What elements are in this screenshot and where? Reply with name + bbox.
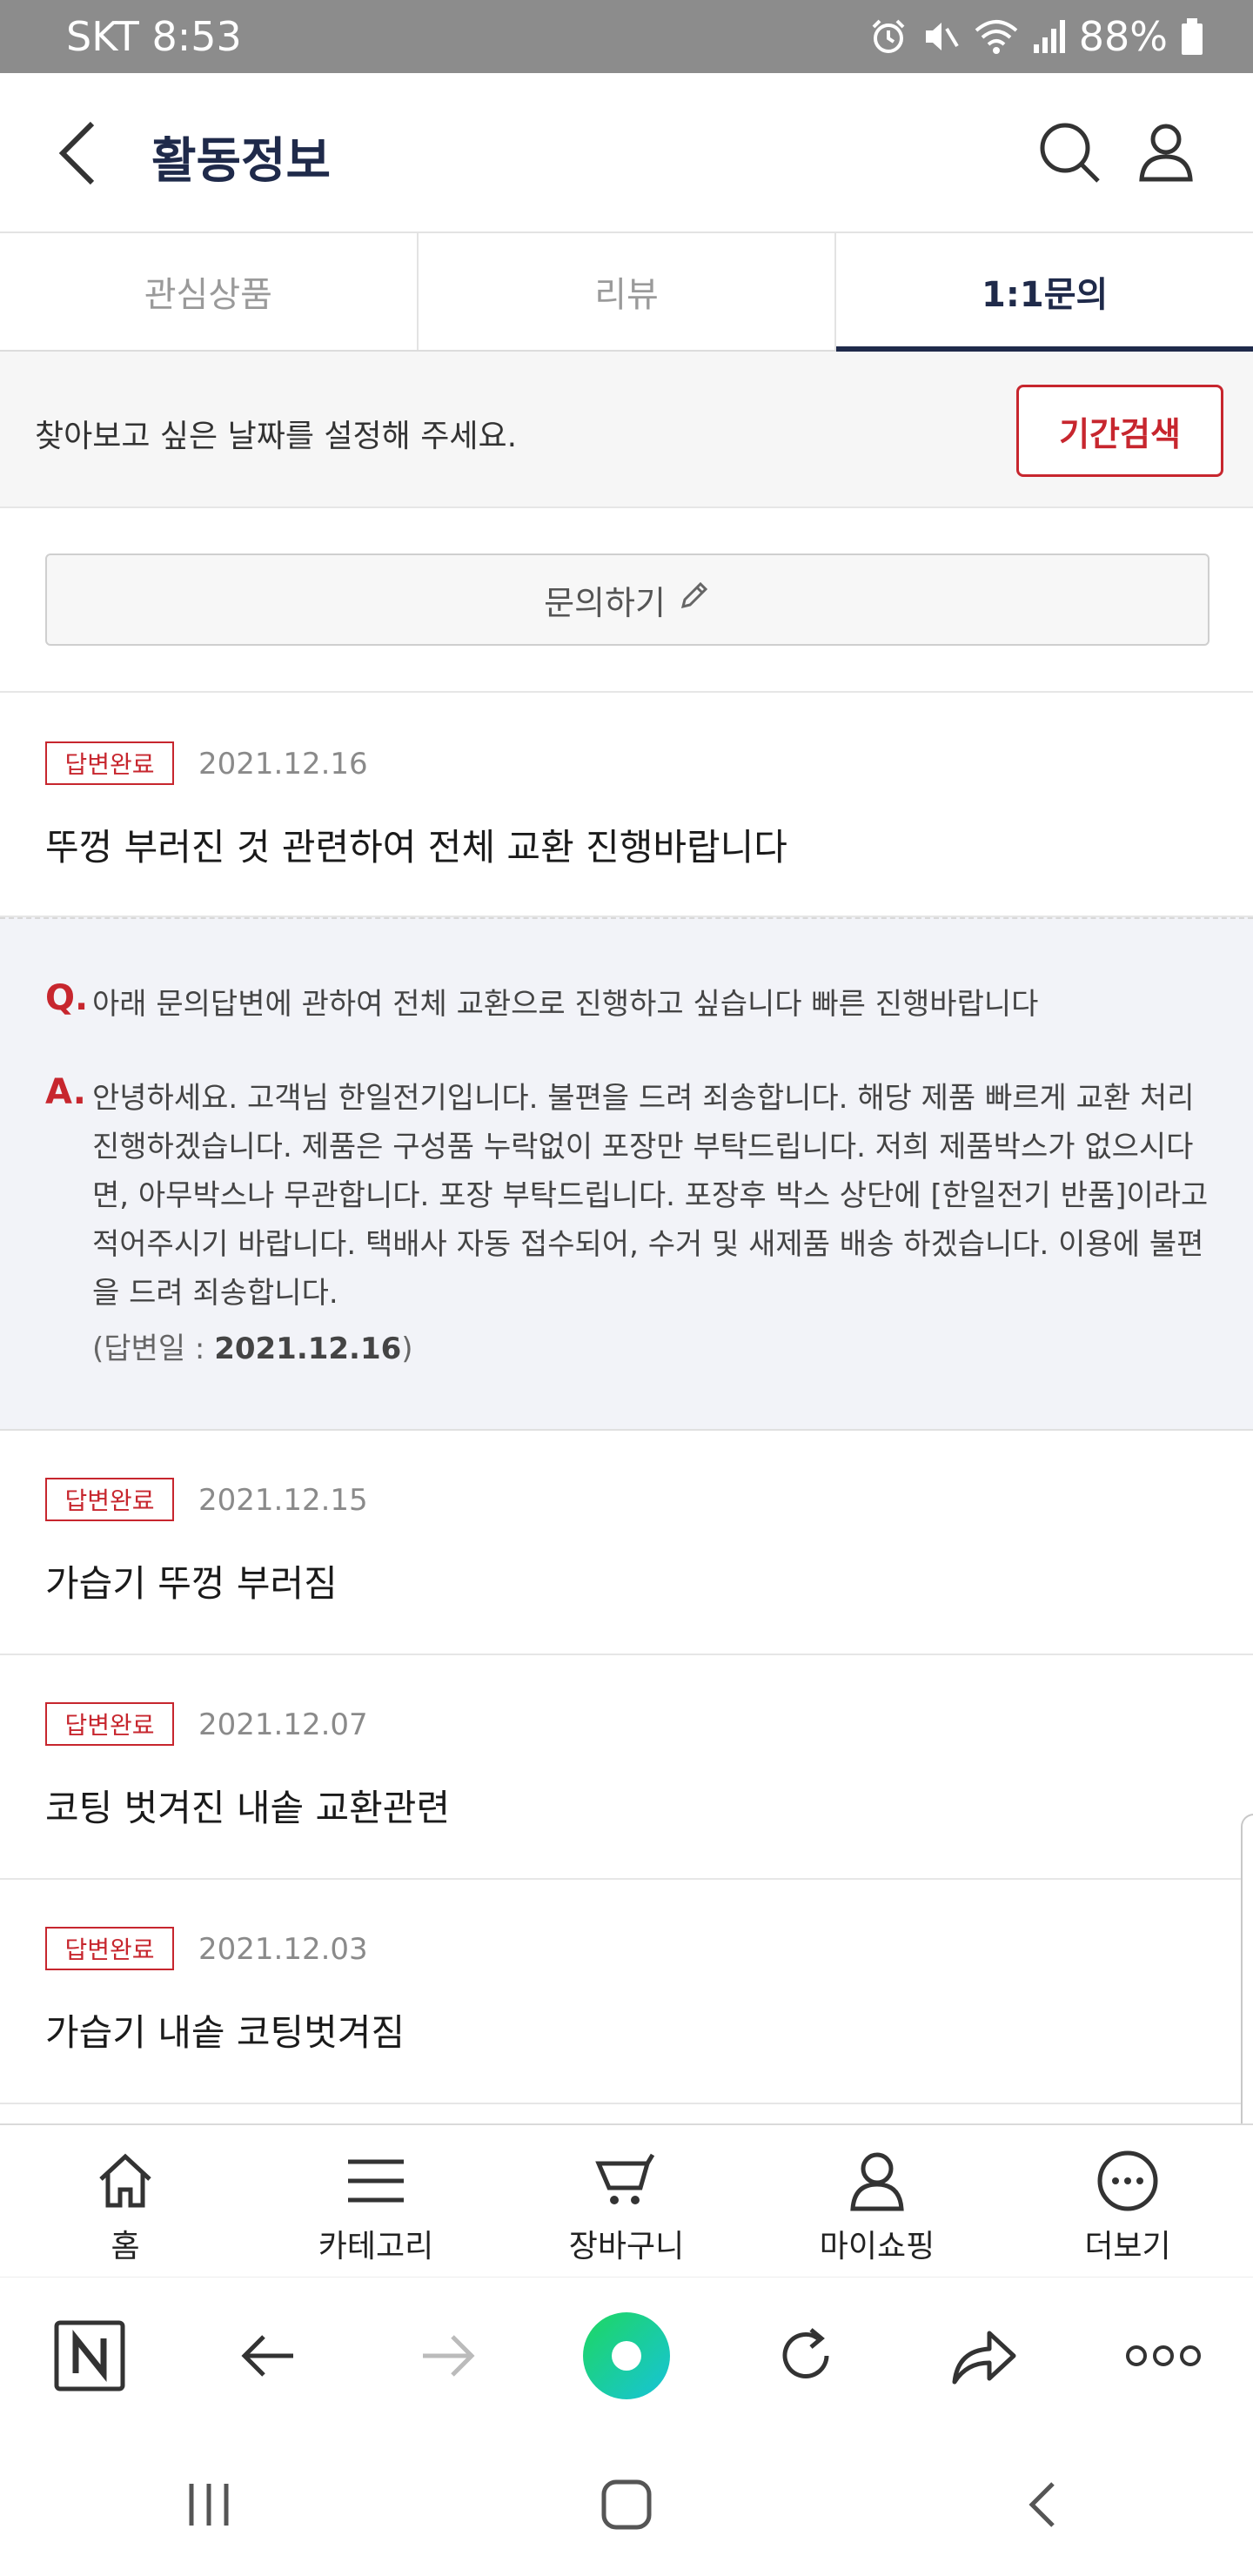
system-nav — [0, 2433, 1253, 2576]
browser-forward-button[interactable] — [399, 2308, 495, 2404]
back-button[interactable] — [49, 118, 118, 188]
recent-apps-icon — [189, 2484, 229, 2526]
home-system-button[interactable] — [574, 2461, 679, 2548]
inquiry-title: 코팅 벗겨진 내솥 교환관련 — [45, 1787, 451, 1829]
nav-home[interactable]: 홈 — [0, 2125, 251, 2277]
share-button[interactable] — [936, 2308, 1032, 2404]
answer-text: 안녕하세요. 고객님 한일전기입니다. 불편을 드려 죄송합니다. 해당 제품 … — [92, 1081, 1209, 1311]
answer-date-label: (답변일 : — [92, 1332, 215, 1366]
inquiry-title: 뚜껑 부러진 것 관련하여 전체 교환 진행바랍니다 — [45, 826, 787, 869]
nav-more[interactable]: 더보기 — [1002, 2125, 1253, 2277]
naver-home-button[interactable] — [42, 2308, 137, 2404]
ask-section: 문의하기 — [0, 508, 1253, 693]
answer-date: (답변일 : 2021.12.16) — [92, 1325, 413, 1367]
question-text: 아래 문의답변에 관하여 전체 교환으로 진행하고 싶습니다 빠른 진행바랍니다 — [92, 987, 1039, 1022]
status-icons: 88% — [868, 13, 1204, 60]
refresh-icon — [782, 2327, 829, 2378]
browser-back-button[interactable] — [221, 2308, 317, 2404]
date-filter-bar: 찾아보고 싶은 날짜를 설정해 주세요. 기간검색 — [0, 352, 1253, 508]
person-icon — [850, 2152, 904, 2211]
carrier-time: SKT 8:53 — [66, 13, 242, 60]
refresh-button[interactable] — [758, 2308, 854, 2404]
status-badge: 답변완료 — [45, 741, 174, 785]
back-system-button[interactable] — [992, 2461, 1096, 2548]
more-icon — [1097, 2150, 1158, 2211]
app-header: 활동정보 — [0, 73, 1253, 233]
arrow-right-icon — [423, 2334, 475, 2377]
battery-icon — [1180, 17, 1204, 57]
inquiry-title: 가습기 내솥 코팅벗겨짐 — [45, 2011, 405, 2054]
search-button[interactable] — [1035, 118, 1105, 188]
tab-wishlist[interactable]: 관심상품 — [0, 233, 419, 350]
search-icon — [1040, 123, 1100, 183]
browser-toolbar — [0, 2277, 1253, 2433]
answer-date-value: 2021.12.16 — [214, 1332, 402, 1366]
ask-button-label: 문의하기 — [544, 583, 666, 622]
mute-icon — [921, 17, 961, 57]
inquiry-item[interactable]: 답변완료 2021.12.16 뚜껑 부러진 것 관련하여 전체 교환 진행바랍… — [0, 693, 1253, 917]
answer-panel: Q. 아래 문의답변에 관하여 전체 교환으로 진행하고 싶습니다 빠른 진행바… — [0, 917, 1253, 1431]
pencil-icon — [676, 579, 711, 621]
recent-apps-button[interactable] — [157, 2461, 261, 2548]
account-button[interactable] — [1131, 117, 1201, 186]
naver-n-icon — [54, 2320, 125, 2391]
battery-text: 88% — [1078, 13, 1168, 60]
inquiry-title: 가습기 뚜껑 부러짐 — [45, 1562, 338, 1605]
status-badge: 답변완료 — [45, 1478, 174, 1521]
inquiry-date: 2021.12.15 — [198, 1483, 368, 1518]
share-icon — [952, 2331, 1016, 2384]
nav-cart[interactable]: 장바구니 — [501, 2125, 752, 2277]
page-title: 활동정보 — [151, 133, 332, 190]
nav-label: 카테고리 — [318, 2229, 434, 2264]
nav-label: 홈 — [111, 2229, 140, 2264]
question-mark: Q. — [45, 978, 89, 1018]
green-dot-icon — [582, 2311, 670, 2399]
period-search-button[interactable]: 기간검색 — [1016, 385, 1223, 477]
inquiry-item[interactable]: 답변완료 2021.12.15 가습기 뚜껑 부러짐 — [0, 1431, 1253, 1655]
inquiry-date: 2021.12.07 — [198, 1707, 368, 1742]
activity-tabs: 관심상품 리뷰 1:1문의 — [0, 233, 1253, 352]
status-bar: SKT 8:53 88% — [0, 0, 1253, 73]
nav-label: 장바구니 — [568, 2229, 685, 2264]
status-badge: 답변완료 — [45, 1927, 174, 1970]
user-icon — [1139, 124, 1193, 182]
browser-more-button[interactable] — [1116, 2308, 1211, 2404]
inquiry-item[interactable]: 답변완료 2021.12.07 코팅 벗겨진 내솥 교환관련 — [0, 1655, 1253, 1880]
status-badge: 답변완료 — [45, 1702, 174, 1746]
bottom-nav: 홈 카테고리 장바구니 마이쇼핑 더보기 — [0, 2123, 1253, 2277]
alarm-icon — [868, 17, 908, 57]
cart-icon — [595, 2153, 655, 2204]
chevron-left-icon — [58, 121, 95, 185]
tab-reviews[interactable]: 리뷰 — [419, 233, 837, 350]
nav-label: 마이쇼핑 — [819, 2229, 935, 2264]
green-dot-button[interactable] — [579, 2308, 674, 2404]
inquiry-item[interactable]: 답변완료 2021.12.03 가습기 내솥 코팅벗겨짐 — [0, 1880, 1253, 2104]
menu-icon — [348, 2159, 404, 2203]
answer-date-close: ) — [401, 1332, 413, 1366]
home-square-icon — [601, 2479, 652, 2530]
nav-category[interactable]: 카테고리 — [251, 2125, 501, 2277]
more-dots-icon — [1126, 2345, 1202, 2366]
signal-icon — [1032, 17, 1067, 57]
nav-myshopping[interactable]: 마이쇼핑 — [752, 2125, 1002, 2277]
home-icon — [99, 2153, 151, 2208]
tab-inquiry[interactable]: 1:1문의 — [836, 233, 1253, 352]
arrow-left-icon — [241, 2334, 293, 2377]
answer-mark: A. — [45, 1072, 86, 1112]
ask-button[interactable]: 문의하기 — [45, 553, 1209, 646]
date-filter-prompt: 찾아보고 싶은 날짜를 설정해 주세요. — [35, 419, 518, 454]
back-chevron-icon — [1029, 2482, 1055, 2527]
inquiry-date: 2021.12.16 — [198, 747, 368, 782]
nav-label: 더보기 — [1084, 2229, 1171, 2264]
inquiry-date: 2021.12.03 — [198, 1932, 368, 1967]
wifi-icon — [973, 17, 1020, 57]
